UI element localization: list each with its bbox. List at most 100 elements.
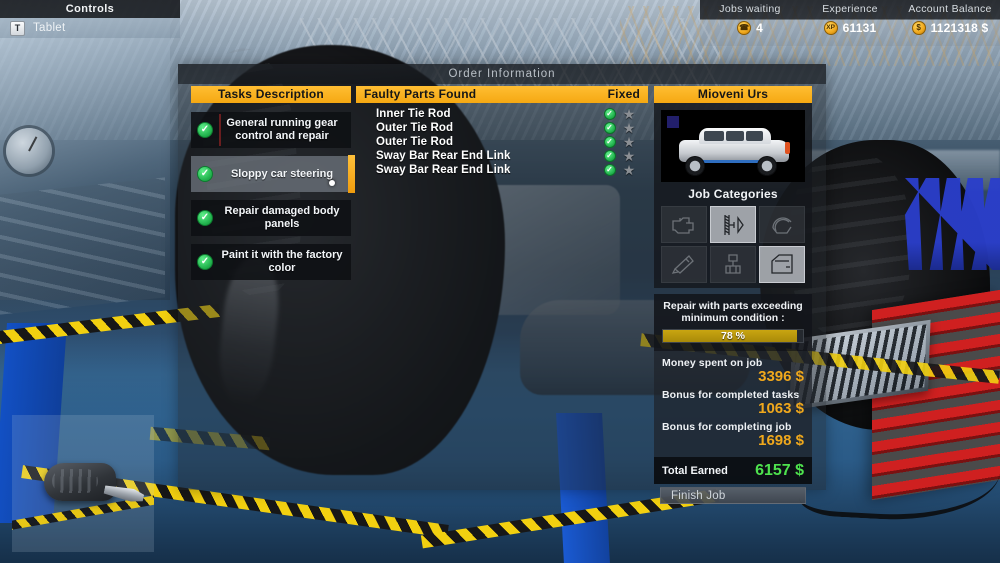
job-categories-grid — [661, 206, 805, 283]
task-check-icon: ✓ — [197, 210, 213, 226]
car-wheel — [685, 156, 705, 176]
task-selection-indicator — [348, 155, 355, 193]
condition-progress-bar: 78 % — [662, 329, 804, 343]
part-row[interactable]: Sway Bar Rear End Link ✓ ★ — [356, 163, 648, 177]
star-icon: ★ — [622, 148, 636, 164]
vehicle-preview-image — [661, 110, 805, 182]
vehicle-panel: Job Categories — [654, 103, 812, 288]
part-fixed-cell: ✓ — [601, 136, 618, 148]
money-row: Bonus for completing job 1698 $ — [662, 421, 804, 449]
part-name: Sway Bar Rear End Link — [376, 150, 511, 162]
stat-label: Jobs waiting — [719, 3, 781, 15]
money-amount: 1063 $ — [758, 400, 804, 417]
part-fixed-cell: ✓ — [601, 150, 618, 162]
task-label: Repair damaged body panels — [224, 205, 340, 230]
stat-jobs-waiting: Jobs waiting ☎ 4 — [700, 0, 800, 46]
task-check-icon: ✓ — [197, 254, 213, 270]
xp-icon: XP — [823, 21, 838, 35]
key-fob — [44, 463, 116, 501]
key-t-icon: T — [10, 20, 25, 36]
part-check-icon: ✓ — [603, 122, 616, 134]
tasks-list: ✓ General running gear control and repai… — [191, 112, 355, 280]
stat-value-group: $ 1121318 $ — [911, 21, 989, 35]
faulty-parts-column: Faulty Parts Found Fixed Inner Tie Rod ✓… — [356, 86, 648, 177]
order-information-body: Tasks Description ✓ General running gear… — [178, 86, 826, 504]
task-check-icon: ✓ — [197, 166, 213, 182]
car-window — [726, 131, 744, 141]
part-row[interactable]: Sway Bar Rear End Link ✓ ★ — [356, 149, 648, 163]
condition-block: Repair with parts exceeding minimum cond… — [654, 294, 812, 351]
total-earned-label: Total Earned — [662, 465, 728, 477]
faulty-parts-header: Faulty Parts Found Fixed — [356, 86, 648, 103]
wall-gauge — [6, 128, 52, 174]
category-engine[interactable] — [661, 206, 707, 243]
part-fixed-cell: ✓ — [601, 164, 618, 176]
order-information-title: Order Information — [178, 64, 826, 84]
part-check-icon: ✓ — [603, 136, 616, 148]
category-exhaust[interactable] — [661, 246, 707, 283]
part-check-icon: ✓ — [603, 164, 616, 176]
part-row[interactable]: Outer Tie Rod ✓ ★ — [356, 135, 648, 149]
star-icon: ★ — [622, 134, 636, 150]
task-check-icon: ✓ — [197, 122, 213, 138]
transmission-icon — [725, 253, 741, 274]
category-brakes[interactable] — [759, 206, 805, 243]
money-row: Bonus for completed tasks 1063 $ — [662, 389, 804, 417]
part-check-icon: ✓ — [603, 108, 616, 120]
task-label: Sloppy car steering — [230, 167, 334, 180]
stat-label: Experience — [822, 3, 878, 15]
total-earned-amount: 6157 $ — [755, 462, 804, 479]
category-transmission[interactable] — [710, 246, 756, 283]
stat-experience: Experience XP 61131 — [800, 0, 900, 46]
tasks-description-column: Tasks Description ✓ General running gear… — [191, 86, 355, 280]
stat-number: 1121318 $ — [930, 21, 989, 35]
car-window — [746, 131, 763, 141]
part-row[interactable]: Outer Tie Rod ✓ ★ — [356, 121, 648, 135]
category-suspension[interactable] — [710, 206, 756, 243]
task-item[interactable]: ✓ General running gear control and repai… — [191, 112, 351, 148]
condition-progress-text: 78 % — [721, 330, 745, 342]
faulty-parts-list: Inner Tie Rod ✓ ★ Outer Tie Rod ✓ ★ Oute… — [356, 107, 648, 177]
task-label: Paint it with the factory color — [221, 249, 343, 274]
part-name: Inner Tie Rod — [376, 108, 451, 120]
car-wheel — [757, 156, 777, 176]
vehicle-info-column: Mioveni Urs Job Categories Repair with p… — [654, 86, 812, 510]
car-taillight — [785, 142, 790, 154]
finish-job-button[interactable]: Finish Job — [660, 487, 806, 504]
part-star-cell: ★ — [618, 148, 640, 164]
car-window — [704, 131, 724, 141]
part-star-cell: ★ — [618, 121, 640, 135]
brakes-icon — [772, 216, 792, 234]
task-label: General running gear control and repair — [226, 117, 338, 142]
vehicle-name-header: Mioveni Urs — [654, 86, 812, 103]
part-fixed-cell: ✓ — [601, 108, 618, 120]
category-body-door[interactable] — [759, 246, 805, 283]
part-name: Outer Tie Rod — [376, 122, 454, 134]
control-label-tablet: Tablet — [33, 22, 66, 34]
controls-title: Controls — [0, 0, 180, 18]
money-row: Money spent on job 3396 $ — [662, 357, 804, 385]
faulty-parts-header-name: Faulty Parts Found — [364, 87, 477, 101]
part-check-icon: ✓ — [603, 150, 616, 162]
tasks-description-header: Tasks Description — [191, 86, 351, 103]
stat-account-balance: Account Balance $ 1121318 $ — [900, 0, 1000, 46]
control-row-tablet[interactable]: T Tablet — [0, 18, 180, 38]
part-star-cell: ★ — [618, 107, 640, 121]
dollar-icon: $ — [911, 21, 926, 35]
money-summary-block: Money spent on job 3396 $ Bonus for comp… — [654, 351, 812, 457]
task-item-selected[interactable]: ✓ Sloppy car steering — [191, 155, 355, 193]
part-fixed-cell: ✓ — [601, 122, 618, 134]
part-star-cell: ★ — [618, 163, 640, 177]
job-categories-label: Job Categories — [688, 187, 778, 201]
stat-value-group: XP 61131 — [823, 21, 877, 35]
task-item[interactable]: ✓ Paint it with the factory color — [191, 244, 351, 280]
part-star-cell: ★ — [618, 134, 640, 150]
stat-value-group: ☎ 4 — [737, 21, 763, 35]
body-door-icon — [771, 253, 793, 274]
faulty-parts-header-fixed: Fixed — [607, 87, 640, 101]
money-amount: 3396 $ — [758, 368, 804, 385]
part-row[interactable]: Inner Tie Rod ✓ ★ — [356, 107, 648, 121]
part-name: Sway Bar Rear End Link — [376, 164, 511, 176]
task-item[interactable]: ✓ Repair damaged body panels — [191, 200, 351, 236]
stat-label: Account Balance — [908, 3, 992, 15]
